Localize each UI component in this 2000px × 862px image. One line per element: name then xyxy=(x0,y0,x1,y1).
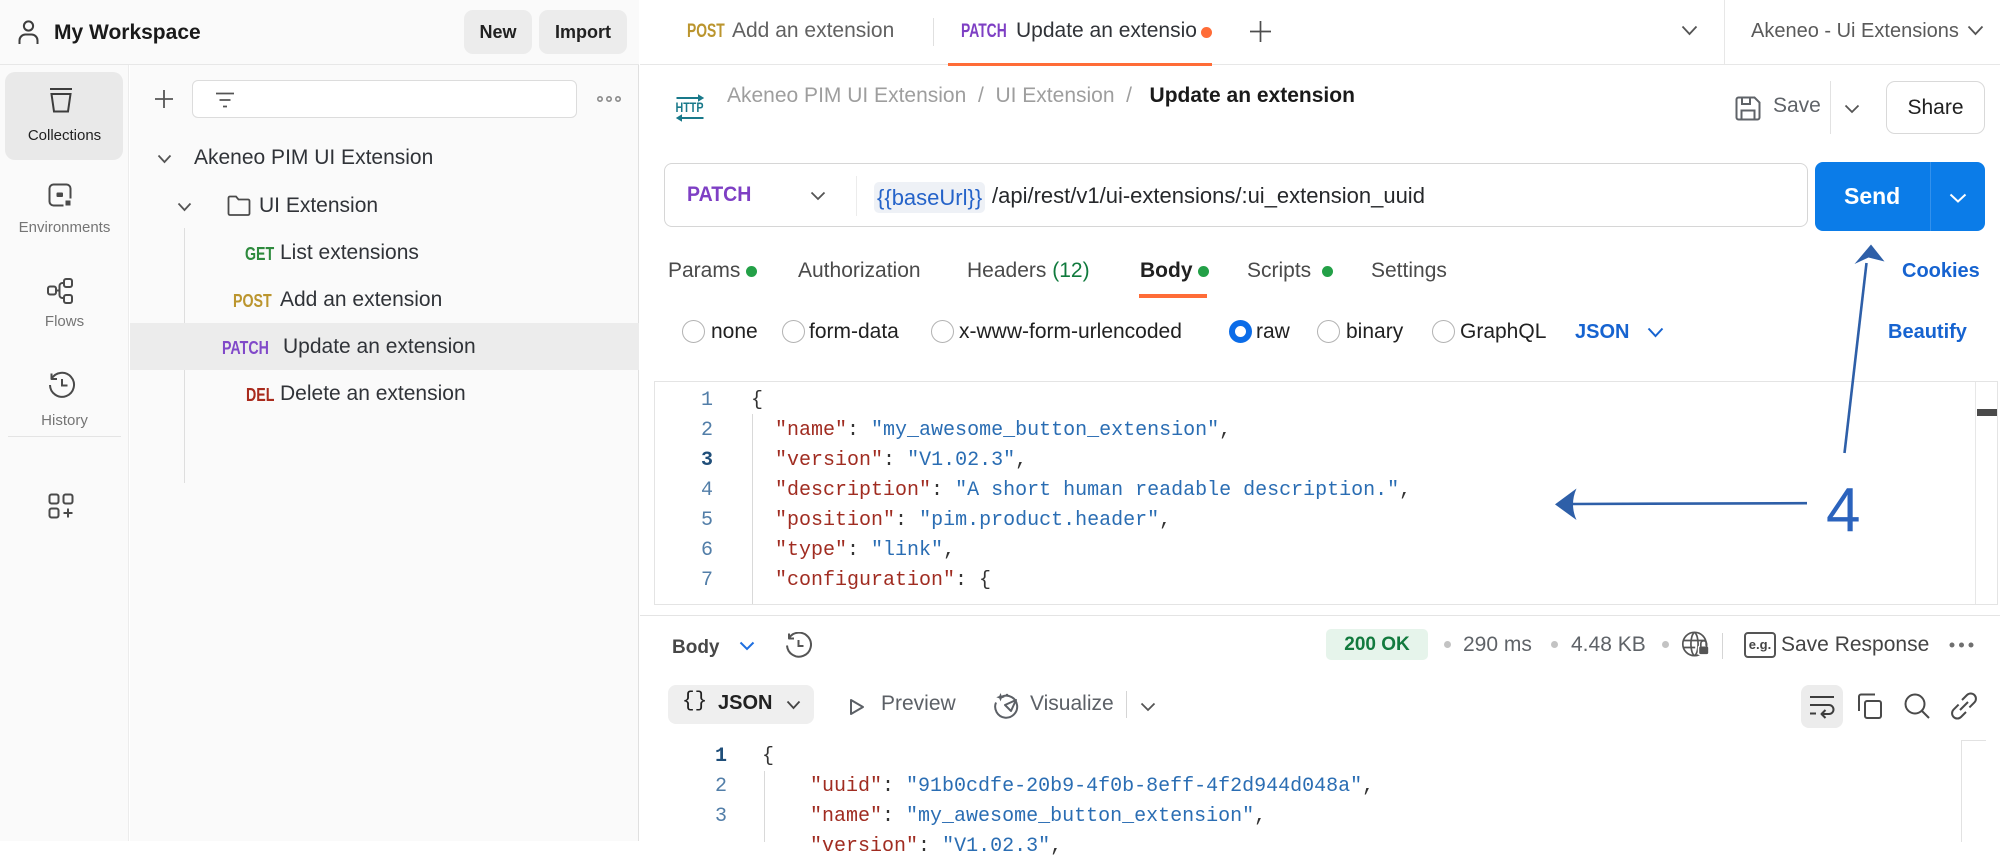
svg-text:HTTP: HTTP xyxy=(676,99,704,115)
